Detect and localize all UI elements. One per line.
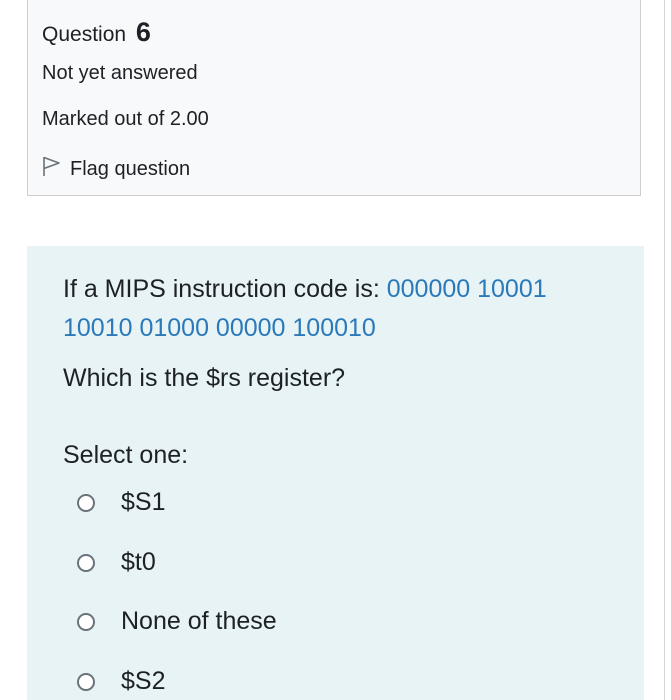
flag-question-label: Flag question	[70, 157, 191, 180]
instruction-code-line-2: 10010 01000 00000 100010	[63, 314, 376, 342]
answer-option-none-of-these[interactable]: None of these	[77, 607, 277, 636]
instruction-code-line-1: 000000 10001	[386, 275, 547, 303]
radio-button[interactable]	[77, 553, 95, 572]
question-grade: Marked out of 2.00	[42, 108, 209, 130]
answer-option-s2[interactable]: $S2	[77, 667, 165, 696]
radio-button[interactable]	[77, 612, 95, 631]
question-number: 6	[135, 17, 151, 47]
question-text-prefix: If a MIPS instruction code is:	[63, 275, 387, 303]
radio-button[interactable]	[77, 672, 95, 691]
answer-option-label: $S1	[121, 488, 166, 516]
question-state: Not yet answered	[42, 62, 198, 84]
flag-icon	[42, 155, 70, 183]
question-info-panel: Question 6 Not yet answered Marked out o…	[27, 0, 641, 196]
question-text: If a MIPS instruction code is: 000000 10…	[63, 270, 623, 348]
question-prompt: Which is the $rs register?	[63, 364, 346, 392]
answer-option-label: $t0	[121, 548, 156, 576]
flag-question-link[interactable]: Flag question	[42, 155, 190, 183]
question-heading: Question 6	[42, 17, 151, 48]
radio-button[interactable]	[77, 493, 95, 512]
page-edge-divider	[664, 0, 665, 700]
quiz-page: Question 6 Not yet answered Marked out o…	[0, 0, 671, 700]
answer-option-label: $S2	[121, 667, 166, 695]
question-content-panel: If a MIPS instruction code is: 000000 10…	[27, 246, 644, 700]
select-one-label: Select one:	[63, 441, 189, 469]
answer-option-t0[interactable]: $t0	[77, 548, 156, 577]
question-label: Question	[42, 23, 127, 46]
answer-option-s1[interactable]: $S1	[77, 488, 165, 517]
answer-option-label: None of these	[121, 607, 277, 635]
